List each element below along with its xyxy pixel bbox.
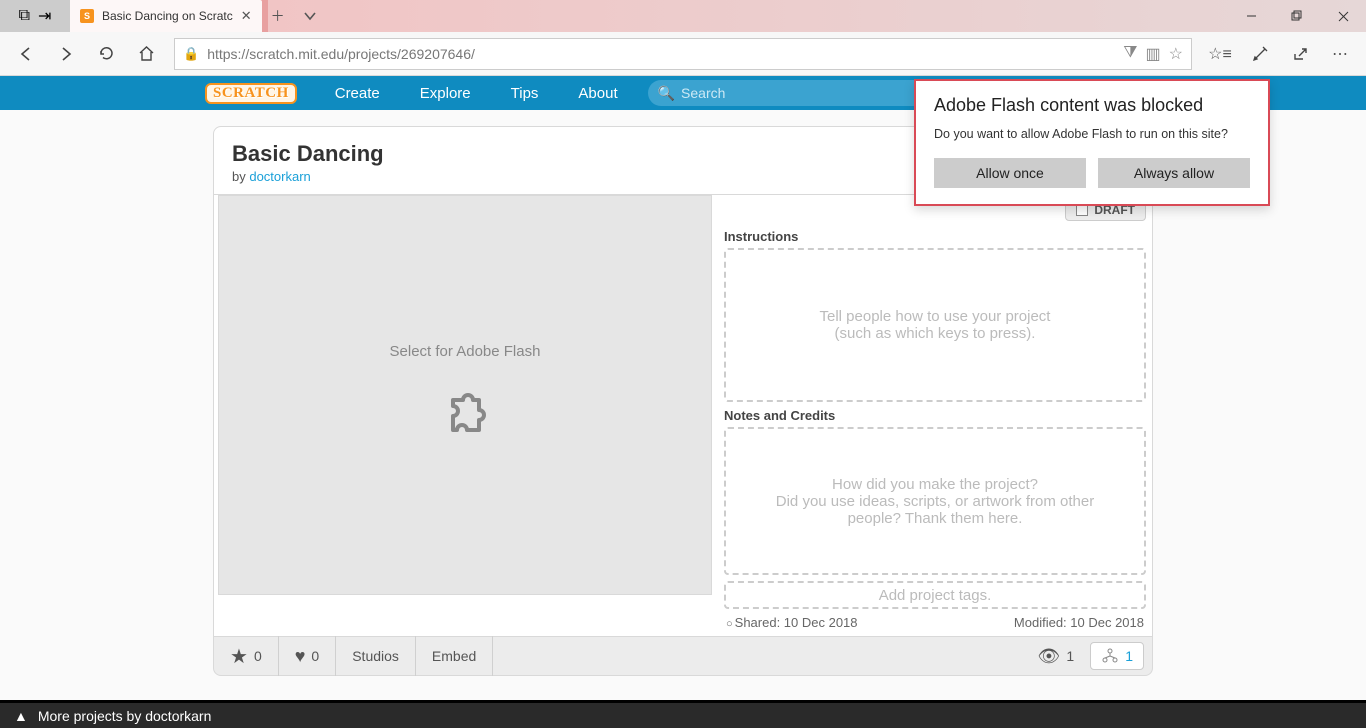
- search-icon: 🔍: [658, 85, 675, 102]
- draft-checkbox[interactable]: [1076, 204, 1088, 216]
- notes-label: Notes and Credits: [724, 408, 1146, 423]
- scratch-logo[interactable]: SCRATCH: [205, 83, 297, 104]
- allow-once-button[interactable]: Allow once: [934, 158, 1086, 188]
- puzzle-piece-icon: [433, 384, 497, 448]
- back-button[interactable]: [8, 36, 44, 72]
- window-controls: [1228, 0, 1366, 32]
- more-projects-bar[interactable]: ▲ More projects by doctorkarn: [0, 700, 1366, 728]
- nav-create[interactable]: Create: [315, 76, 400, 110]
- favorite-button[interactable]: ★0: [214, 636, 279, 676]
- popup-body: Do you want to allow Adobe Flash to run …: [934, 126, 1250, 144]
- browser-toolbar: 🔒 https://scratch.mit.edu/projects/26920…: [0, 32, 1366, 76]
- embed-button[interactable]: Embed: [416, 636, 493, 676]
- lock-icon: 🔒: [183, 46, 199, 62]
- remix-button[interactable]: 1: [1090, 642, 1144, 670]
- new-tab-button[interactable]: ＋: [262, 0, 294, 32]
- tab-actions: ⧉ ⇥: [0, 0, 70, 32]
- tags-input[interactable]: Add project tags.: [724, 581, 1146, 609]
- nav-about[interactable]: About: [558, 76, 637, 110]
- favorite-icon[interactable]: ☆: [1169, 44, 1183, 64]
- maximize-button[interactable]: [1274, 0, 1320, 32]
- tab-title: Basic Dancing on Scratc: [102, 9, 233, 23]
- instructions-label: Instructions: [724, 229, 1146, 244]
- recent-tabs-icon[interactable]: ⧉: [19, 7, 30, 25]
- forward-button[interactable]: [48, 36, 84, 72]
- more-button[interactable]: ⋯: [1322, 36, 1358, 72]
- refresh-button[interactable]: [88, 36, 124, 72]
- flash-stage[interactable]: Select for Adobe Flash: [218, 195, 712, 595]
- star-icon: ★: [230, 644, 248, 669]
- author-link[interactable]: doctorkarn: [249, 169, 310, 184]
- favorites-list-button[interactable]: ☆≡: [1202, 36, 1238, 72]
- globe-icon: ○: [726, 618, 733, 630]
- tab-dropdown-button[interactable]: [294, 0, 326, 32]
- close-tab-icon[interactable]: ✕: [241, 8, 252, 24]
- project-meta: ○Shared: 10 Dec 2018 Modified: 10 Dec 20…: [724, 609, 1146, 636]
- love-button[interactable]: ♥0: [279, 636, 336, 676]
- address-bar[interactable]: 🔒 https://scratch.mit.edu/projects/26920…: [174, 38, 1192, 70]
- flash-stage-text: Select for Adobe Flash: [390, 343, 541, 360]
- url-text: https://scratch.mit.edu/projects/2692076…: [207, 46, 1115, 62]
- set-aside-tabs-icon[interactable]: ⇥: [38, 6, 51, 26]
- remix-tree-icon: [1101, 647, 1119, 665]
- notes-button[interactable]: [1242, 36, 1278, 72]
- views-count: 👁1: [1022, 636, 1091, 676]
- close-window-button[interactable]: [1320, 0, 1366, 32]
- studios-button[interactable]: Studios: [336, 636, 416, 676]
- home-button[interactable]: [128, 36, 164, 72]
- eye-icon: 👁: [1038, 646, 1061, 667]
- project-action-bar: ★0 ♥0 Studios Embed 👁1 1: [213, 636, 1153, 676]
- browser-tab[interactable]: S Basic Dancing on Scratc ✕: [70, 0, 262, 32]
- instructions-textarea[interactable]: Tell people how to use your project (suc…: [724, 248, 1146, 402]
- always-allow-button[interactable]: Always allow: [1098, 158, 1250, 188]
- nav-tips[interactable]: Tips: [491, 76, 559, 110]
- address-bar-actions: ⧩ ▥ ☆: [1123, 44, 1183, 64]
- heart-icon: ♥: [295, 646, 306, 667]
- share-button[interactable]: [1282, 36, 1318, 72]
- popup-title: Adobe Flash content was blocked: [934, 95, 1250, 116]
- reading-view-icon[interactable]: ▥: [1146, 44, 1161, 64]
- nav-explore[interactable]: Explore: [400, 76, 491, 110]
- chevron-up-icon: ▲: [14, 708, 28, 724]
- flash-blocked-popup: Adobe Flash content was blocked Do you w…: [914, 79, 1270, 206]
- minimize-button[interactable]: [1228, 0, 1274, 32]
- scratch-favicon: S: [80, 9, 94, 23]
- extension-icon[interactable]: ⧩: [1123, 44, 1137, 64]
- notes-textarea[interactable]: How did you make the project? Did you us…: [724, 427, 1146, 575]
- window-titlebar: ⧉ ⇥ S Basic Dancing on Scratc ✕ ＋: [0, 0, 1366, 32]
